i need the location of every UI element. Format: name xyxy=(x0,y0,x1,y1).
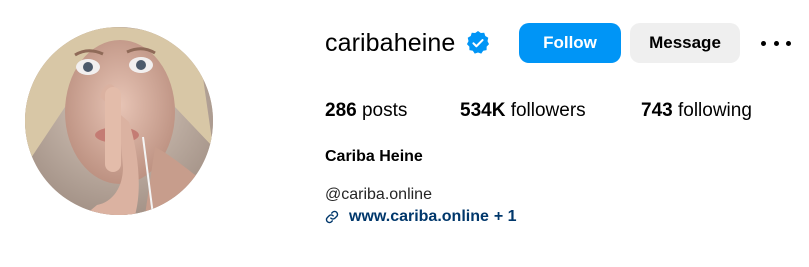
profile-username: caribaheine xyxy=(325,29,456,57)
profile-header: caribaheine Follow Message xyxy=(325,22,791,64)
link-icon xyxy=(325,210,339,224)
more-dot xyxy=(773,40,779,46)
profile-link[interactable]: www.cariba.online + 1 xyxy=(325,206,517,228)
followers-label: followers xyxy=(510,100,586,121)
profile-handle[interactable]: @cariba.online xyxy=(325,184,432,206)
profile-full-name: Cariba Heine xyxy=(325,148,423,165)
profile-link-extra[interactable]: + 1 xyxy=(494,208,517,226)
posts-label: posts xyxy=(361,100,408,121)
profile-link-text[interactable]: www.cariba.online xyxy=(349,208,489,226)
followers-count: 534K xyxy=(460,100,506,121)
stat-posts: 286 posts xyxy=(325,98,407,124)
following-count: 743 xyxy=(641,100,673,121)
following-label: following xyxy=(677,100,752,121)
message-button[interactable]: Message xyxy=(630,23,740,63)
stat-following[interactable]: 743 following xyxy=(641,98,752,124)
more-options-icon[interactable] xyxy=(761,34,791,52)
profile-avatar[interactable] xyxy=(25,27,213,215)
posts-count: 286 xyxy=(325,100,357,121)
follow-button[interactable]: Follow xyxy=(519,23,621,63)
more-dot xyxy=(761,40,766,46)
verified-badge-icon xyxy=(465,30,491,56)
avatar-photo xyxy=(25,27,213,215)
stat-followers[interactable]: 534K followers xyxy=(460,98,586,124)
more-dot xyxy=(786,40,791,46)
